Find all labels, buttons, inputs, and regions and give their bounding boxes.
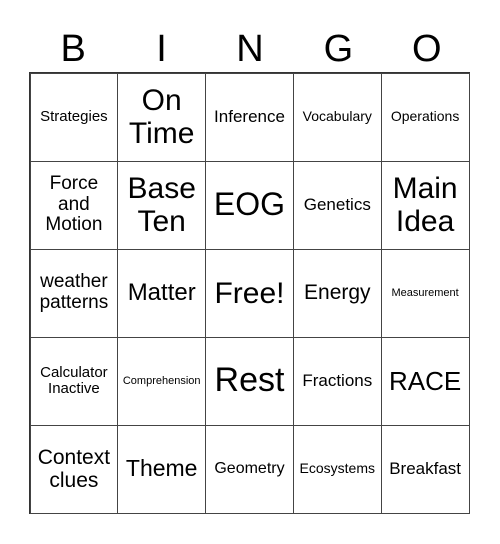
bingo-cell-label: Free! [214,276,285,310]
bingo-cell[interactable]: Comprehension [117,336,207,426]
bingo-cell-label: Breakfast [389,458,461,478]
bingo-grid: Strategies On Time Inference Vocabulary Oper… [29,72,470,514]
bingo-cell[interactable]: Theme [117,424,207,514]
bingo-cell-label: Geometry [214,460,285,478]
bingo-cell-label: Measurement [391,286,459,299]
bingo-cell[interactable]: weather patterns [29,248,119,338]
bingo-cell[interactable]: On Time [117,72,207,162]
bingo-cell[interactable]: Geometry [205,424,294,514]
bingo-cell[interactable]: Inference [205,72,294,162]
bingo-cell-label: Rest [214,361,285,400]
bingo-cell[interactable]: Calculator Inactive [29,336,119,426]
bingo-header: B I N G O [29,22,471,72]
bingo-cell-label: Ecosystems [299,460,376,477]
bingo-cell-label: Operations [390,108,460,125]
bingo-cell[interactable]: Ecosystems [292,424,382,514]
bingo-cell-label: EOG [213,186,286,223]
bingo-cell-label: Inference [214,106,285,126]
bingo-cell[interactable]: EOG [205,160,294,250]
bingo-cell-label: Genetics [303,194,371,214]
bingo-cell[interactable]: Measurement [380,248,470,338]
bingo-cell-label: Vocabulary [302,108,372,125]
bingo-cell[interactable]: Rest [205,336,294,426]
header-letter-n: N [236,28,264,70]
bingo-cell[interactable]: Breakfast [380,424,470,514]
bingo-cell-label: Comprehension [122,374,201,387]
bingo-cell-label: Matter [127,278,196,306]
bingo-cell[interactable]: Operations [380,72,470,162]
bingo-cell-label: Main Idea [392,172,458,238]
bingo-cell[interactable]: Main Idea [380,160,470,250]
bingo-cell[interactable]: Fractions [292,336,382,426]
bingo-cell-label: Strategies [40,107,108,125]
bingo-cell[interactable]: Free! [205,248,294,338]
bingo-cell[interactable]: Strategies [29,72,119,162]
bingo-cell[interactable]: RACE [380,336,470,426]
bingo-cell[interactable]: Vocabulary [292,72,382,162]
bingo-cell-label: Base Ten [127,172,196,238]
bingo-cell-label: weather patterns [39,271,109,313]
header-letter-i: I [156,28,167,70]
header-letter-g: G [323,28,354,70]
header-letter-o: O [411,28,442,70]
bingo-cell[interactable]: Matter [117,248,207,338]
bingo-cell-label: On Time [128,84,195,150]
bingo-cell-label: Fractions [302,370,373,390]
bingo-cell-label: Force and Motion [45,172,103,236]
bingo-cell[interactable]: Genetics [292,160,382,250]
bingo-cell-label: Energy [304,281,371,305]
bingo-cell[interactable]: Base Ten [117,160,207,250]
bingo-cell[interactable]: Force and Motion [29,160,119,250]
bingo-cell[interactable]: Energy [292,248,382,338]
header-letter-b: B [60,28,86,70]
bingo-cell-label: RACE [388,365,462,396]
bingo-cell-label: Theme [125,455,198,482]
bingo-cell[interactable]: Context clues [29,424,119,514]
bingo-cell-label: Context clues [37,445,111,492]
bingo-cell-label: Calculator Inactive [40,363,108,397]
